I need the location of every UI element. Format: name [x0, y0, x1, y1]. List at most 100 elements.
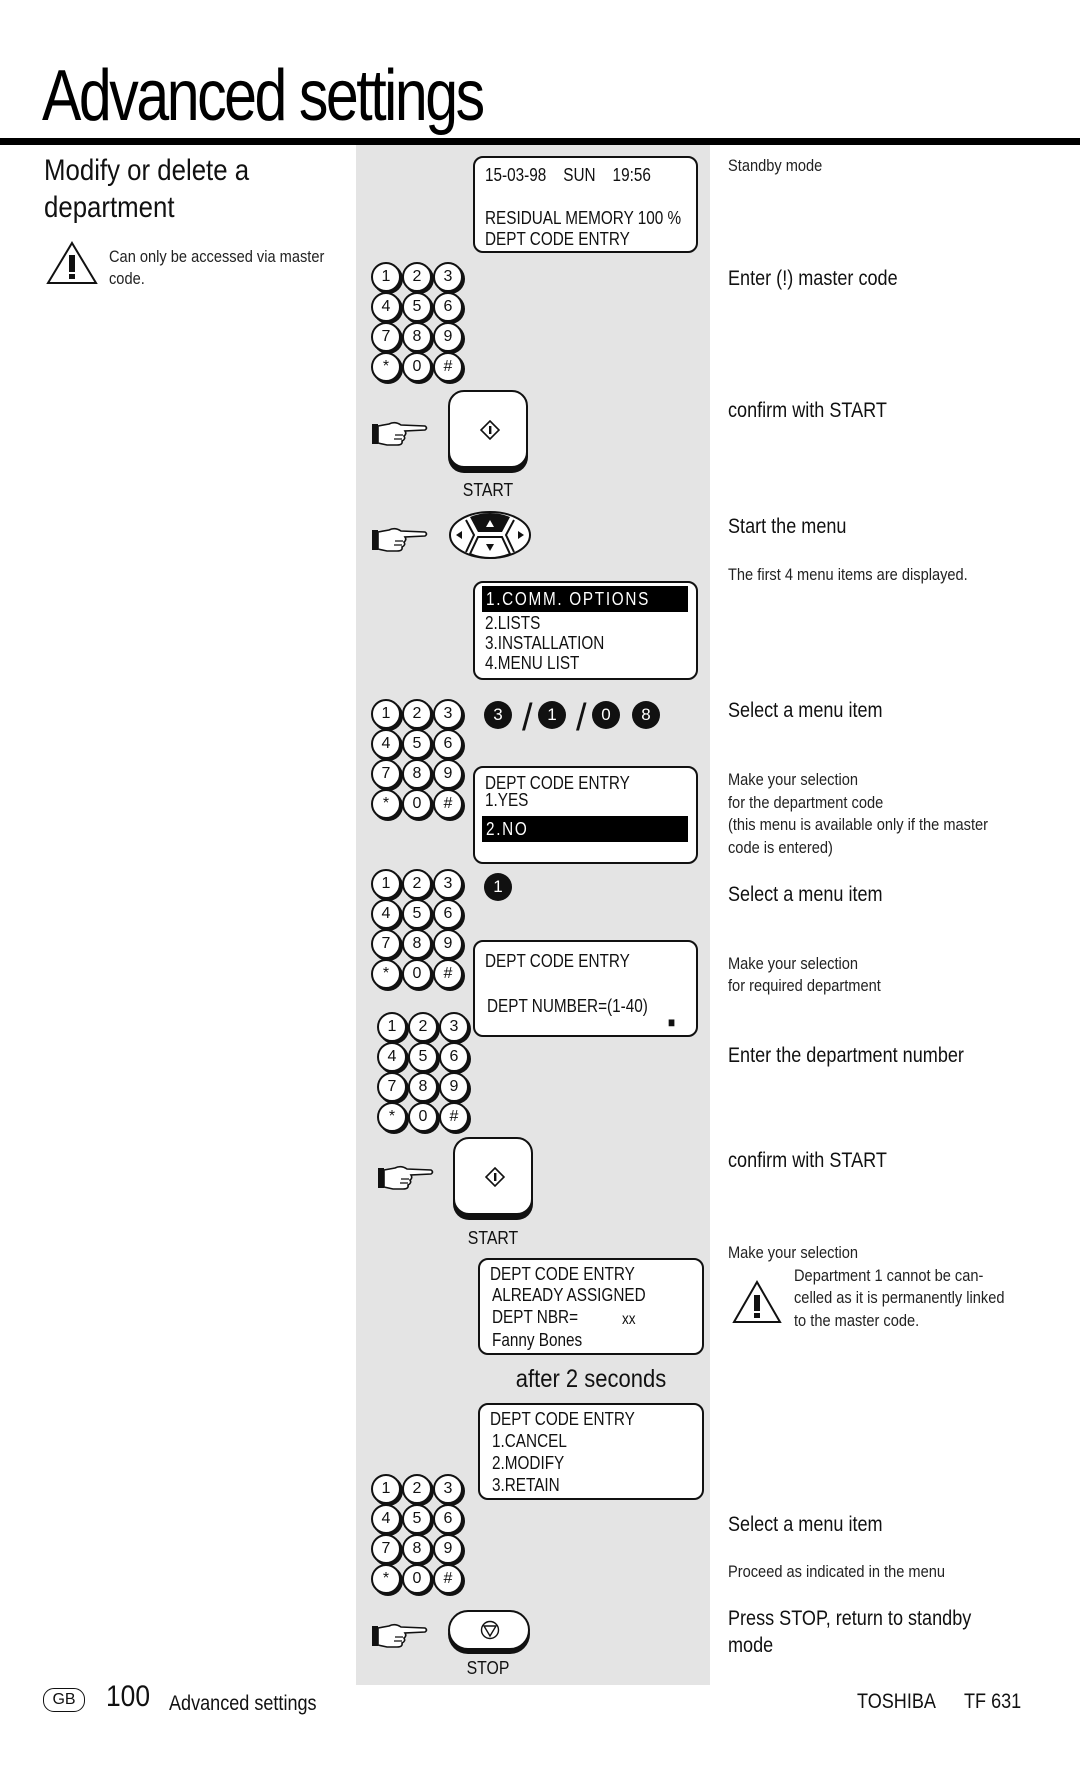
keypad-key-hash[interactable]: # — [433, 789, 463, 819]
keypad-key-0[interactable]: 0 — [402, 1564, 432, 1594]
step-text: confirm with START — [728, 399, 887, 422]
stop-button-label: STOP — [466, 1658, 510, 1678]
step-text: Select a menu item — [728, 699, 883, 722]
keypad-key-star[interactable]: * — [371, 352, 401, 382]
step-note: for required department — [728, 976, 881, 995]
keypad-key-star[interactable]: * — [371, 959, 401, 989]
menu-item: 4.MENU LIST — [485, 653, 580, 673]
keypad-key-7[interactable]: 7 — [371, 929, 401, 959]
keypad-key-9[interactable]: 9 — [433, 1534, 463, 1564]
keypad-key-7[interactable]: 7 — [371, 322, 401, 352]
keypad-key-6[interactable]: 6 — [433, 292, 463, 322]
lcd-modify-menu: DEPT CODE ENTRY 1.CANCEL 2.MODIFY 3.RETAIN — [478, 1403, 704, 1500]
stop-icon — [480, 1620, 500, 1640]
keypad-key-6[interactable]: 6 — [439, 1042, 469, 1072]
stop-button[interactable] — [448, 1610, 530, 1650]
keypad-key-6[interactable]: 6 — [433, 729, 463, 759]
pointing-hand-icon — [372, 527, 428, 552]
lcd-main-menu: 1.COMM. OPTIONS 2.LISTS 3.INSTALLATION 4.ME… — [473, 581, 698, 680]
keypad-key-1[interactable]: 1 — [371, 699, 401, 729]
option: 1.CANCEL — [492, 1431, 567, 1451]
keypad-key-1[interactable]: 1 — [371, 869, 401, 899]
lcd-already-assigned: DEPT CODE ENTRY ALREADY ASSIGNED DEPT NB… — [478, 1258, 704, 1355]
keypad-key-5[interactable]: 5 — [408, 1042, 438, 1072]
lcd-line: DEPT NUMBER=(1-40) — [487, 996, 648, 1016]
menu-item-selected: 1.COMM. OPTIONS — [482, 586, 688, 612]
delay-label: after 2 seconds — [515, 1365, 667, 1393]
step-note: code is entered) — [728, 838, 833, 857]
keypad-key-4[interactable]: 4 — [371, 292, 401, 322]
keypad-key-hash[interactable]: # — [439, 1102, 469, 1132]
keypad-key-3[interactable]: 3 — [439, 1012, 469, 1042]
keypad-key-5[interactable]: 5 — [402, 292, 432, 322]
keypad-key-2[interactable]: 2 — [402, 1474, 432, 1504]
warning-text: to the master code. — [794, 1311, 920, 1330]
keypad-key-hash[interactable]: # — [433, 959, 463, 989]
keypad-key-4[interactable]: 4 — [377, 1042, 407, 1072]
keypad[interactable]: 1 2 3 4 5 6 7 8 9 * 0 # — [371, 869, 463, 989]
keypad-key-6[interactable]: 6 — [433, 899, 463, 929]
keypad-key-5[interactable]: 5 — [402, 1504, 432, 1534]
keypad-key-6[interactable]: 6 — [433, 1504, 463, 1534]
start-button[interactable] — [448, 390, 528, 468]
keypad-key-8[interactable]: 8 — [402, 929, 432, 959]
keypad-key-4[interactable]: 4 — [371, 729, 401, 759]
warning-icon — [46, 241, 98, 284]
keypad-key-1[interactable]: 1 — [377, 1012, 407, 1042]
step-text: Select a menu item — [728, 883, 883, 906]
start-button[interactable] — [453, 1137, 533, 1215]
keypad[interactable]: 1 2 3 4 5 6 7 8 9 * 0 # — [371, 699, 463, 819]
keypad-key-0[interactable]: 0 — [408, 1102, 438, 1132]
keypad-key-7[interactable]: 7 — [377, 1072, 407, 1102]
keypad-key-9[interactable]: 9 — [433, 322, 463, 352]
keypad-key-star[interactable]: * — [371, 1564, 401, 1594]
step-text: mode — [728, 1634, 774, 1657]
keypad-key-3[interactable]: 3 — [433, 262, 463, 292]
keypad-key-2[interactable]: 2 — [402, 699, 432, 729]
keypad-key-8[interactable]: 8 — [402, 322, 432, 352]
keypad-key-3[interactable]: 3 — [433, 869, 463, 899]
option: 3.RETAIN — [492, 1475, 560, 1495]
step-text: Select a menu item — [728, 1513, 883, 1536]
keypad-key-0[interactable]: 0 — [402, 789, 432, 819]
keypad-key-1[interactable]: 1 — [371, 1474, 401, 1504]
keypad-key-8[interactable]: 8 — [402, 1534, 432, 1564]
keypad-key-7[interactable]: 7 — [371, 759, 401, 789]
keypad-key-4[interactable]: 4 — [371, 899, 401, 929]
keypad-key-2[interactable]: 2 — [408, 1012, 438, 1042]
sequence-separator: / — [576, 697, 587, 739]
keypad-key-hash[interactable]: # — [433, 1564, 463, 1594]
lcd-standby: 15-03-98 SUN 19:56 RESIDUAL MEMORY 100 %… — [473, 156, 698, 253]
keypad-key-8[interactable]: 8 — [402, 759, 432, 789]
step-note: Make your selection — [728, 954, 859, 973]
keypad-key-3[interactable]: 3 — [433, 1474, 463, 1504]
language-badge: GB — [43, 1688, 85, 1712]
keypad-key-5[interactable]: 5 — [402, 899, 432, 929]
lcd-line: DEPT CODE ENTRY — [490, 1409, 635, 1429]
key-press-1: 1 — [484, 873, 512, 901]
keypad-key-hash[interactable]: # — [433, 352, 463, 382]
keypad-key-2[interactable]: 2 — [402, 869, 432, 899]
keypad[interactable]: 1 2 3 4 5 6 7 8 9 * 0 # — [377, 1012, 469, 1132]
keypad-key-0[interactable]: 0 — [402, 959, 432, 989]
keypad-key-9[interactable]: 9 — [433, 759, 463, 789]
keypad-key-4[interactable]: 4 — [371, 1504, 401, 1534]
keypad[interactable]: 1 2 3 4 5 6 7 8 9 * 0 # — [371, 1474, 463, 1594]
keypad-key-1[interactable]: 1 — [371, 262, 401, 292]
keypad-key-star[interactable]: * — [377, 1102, 407, 1132]
keypad-key-5[interactable]: 5 — [402, 729, 432, 759]
footer-section: Advanced settings — [169, 1692, 317, 1715]
keypad-key-2[interactable]: 2 — [402, 262, 432, 292]
keypad-key-0[interactable]: 0 — [402, 352, 432, 382]
keypad[interactable]: 1 2 3 4 5 6 7 8 9 * 0 # — [371, 262, 463, 382]
keypad-key-8[interactable]: 8 — [408, 1072, 438, 1102]
lcd-line: Fanny Bones — [492, 1330, 583, 1350]
keypad-key-star[interactable]: * — [371, 789, 401, 819]
keypad-key-9[interactable]: 9 — [433, 929, 463, 959]
keypad-key-9[interactable]: 9 — [439, 1072, 469, 1102]
footer-brand: TOSHIBA — [857, 1690, 936, 1713]
navigation-pad[interactable] — [448, 510, 532, 560]
footer-model: TF 631 — [964, 1690, 1022, 1713]
keypad-key-3[interactable]: 3 — [433, 699, 463, 729]
keypad-key-7[interactable]: 7 — [371, 1534, 401, 1564]
